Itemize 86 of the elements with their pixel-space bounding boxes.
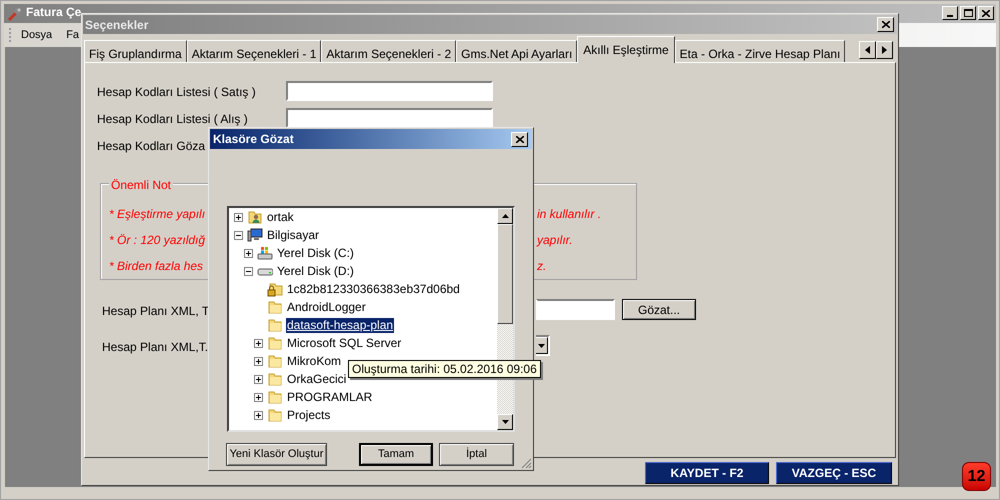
dialog-title: Seçenekler bbox=[85, 16, 148, 34]
expand-icon[interactable] bbox=[254, 410, 263, 420]
tree-item[interactable]: AndroidLogger bbox=[286, 300, 367, 314]
field-label: Hesap Planı XML,T. bbox=[102, 339, 208, 356]
tree-item[interactable]: Microsoft SQL Server bbox=[286, 336, 402, 350]
tree-item[interactable]: Yerel Disk (D:) bbox=[276, 264, 355, 278]
tab[interactable]: Fiş Gruplandırma bbox=[84, 40, 187, 63]
window-title: Fatura Çe bbox=[26, 6, 82, 18]
close-icon bbox=[516, 136, 524, 143]
field-label: Hesap Planı XML, T bbox=[102, 303, 210, 320]
tab[interactable]: Aktarım Seçenekleri - 1 bbox=[186, 40, 322, 63]
dropdown-field[interactable] bbox=[536, 335, 550, 356]
note-text: * Birden fazla hes bbox=[109, 258, 204, 275]
cancel-button[interactable]: İptal bbox=[439, 443, 514, 466]
scroll-thumb[interactable] bbox=[497, 224, 513, 324]
tab[interactable]: Eta - Orka - Zirve Hesap Planı bbox=[674, 40, 846, 63]
locked-folder-icon bbox=[267, 281, 283, 297]
note-text: * Ör : 120 yazıldığ bbox=[109, 232, 206, 249]
dialog-title: Klasöre Gözat bbox=[213, 131, 294, 148]
scroll-left-button[interactable] bbox=[859, 41, 876, 59]
menu-item[interactable]: Dosya bbox=[21, 26, 52, 44]
field-label: Hesap Kodları Listesi ( Satış ) bbox=[97, 84, 256, 101]
close-button[interactable] bbox=[511, 132, 528, 147]
browse-button[interactable]: Gözat... bbox=[622, 299, 696, 320]
tab[interactable]: Aktarım Seçenekleri - 2 bbox=[321, 40, 456, 63]
new-folder-button[interactable]: Yeni Klasör Oluştur bbox=[226, 443, 327, 466]
folder-icon bbox=[267, 353, 283, 369]
computer-icon bbox=[247, 227, 263, 243]
expand-icon[interactable] bbox=[254, 338, 263, 348]
folder-icon bbox=[267, 371, 283, 387]
collapse-icon[interactable] bbox=[234, 230, 243, 240]
note-text: * Eşleştirme yapılı bbox=[109, 206, 206, 223]
expand-icon[interactable] bbox=[254, 374, 263, 384]
input-field[interactable] bbox=[286, 81, 493, 101]
tab[interactable]: Akıllı Eşleştirme bbox=[577, 36, 675, 63]
tree-item[interactable]: Projects bbox=[286, 408, 332, 422]
folder-icon bbox=[267, 335, 283, 351]
scroll-down-button[interactable] bbox=[497, 414, 513, 430]
input-field[interactable] bbox=[536, 299, 615, 320]
user-folder-icon bbox=[247, 209, 263, 225]
folder-icon bbox=[267, 389, 283, 405]
note-text: in kullanılır . bbox=[537, 206, 602, 223]
menu-item[interactable]: Fa bbox=[66, 26, 80, 44]
note-text: yapılır. bbox=[537, 232, 573, 249]
wrench-icon bbox=[7, 6, 23, 22]
tree-item[interactable]: datasoft-hesap-plan bbox=[286, 318, 394, 332]
down-arrow-icon bbox=[502, 420, 508, 424]
scroll-right-button[interactable] bbox=[876, 41, 893, 59]
minimize-button[interactable] bbox=[942, 6, 958, 20]
tree-item[interactable]: ortak bbox=[266, 210, 295, 224]
ok-button[interactable]: Tamam bbox=[359, 443, 433, 466]
close-icon bbox=[982, 10, 990, 16]
input-field[interactable] bbox=[286, 108, 493, 128]
close-icon bbox=[882, 21, 890, 28]
expand-icon[interactable] bbox=[254, 392, 263, 402]
collapse-icon[interactable] bbox=[244, 266, 253, 276]
note-text: z. bbox=[537, 258, 546, 275]
drive-icon bbox=[257, 245, 273, 261]
tree-item[interactable]: Yerel Disk (C:) bbox=[276, 246, 355, 260]
up-arrow-icon bbox=[502, 214, 508, 218]
dropdown-arrow-icon bbox=[538, 344, 545, 348]
maximize-button[interactable] bbox=[960, 6, 976, 20]
field-label: Hesap Kodları Göza bbox=[97, 138, 206, 155]
close-button[interactable] bbox=[877, 17, 894, 32]
right-arrow-icon bbox=[882, 46, 887, 54]
tree-item[interactable]: OrkaGecici bbox=[286, 372, 348, 386]
folder-icon bbox=[267, 299, 283, 315]
field-label: Hesap Kodları Listesi ( Alış ) bbox=[97, 111, 248, 128]
expand-icon[interactable] bbox=[254, 356, 263, 366]
tree-item[interactable]: 1c82b812330366383eb37d06bd bbox=[286, 282, 461, 296]
folder-icon bbox=[267, 407, 283, 423]
resize-grip-icon[interactable] bbox=[521, 458, 532, 469]
close-button[interactable] bbox=[978, 6, 994, 20]
tree-item[interactable]: PROGRAMLAR bbox=[286, 390, 374, 404]
save-button[interactable]: KAYDET - F2 bbox=[645, 462, 769, 484]
tooltip: Oluşturma tarihi: 05.02.2016 09:06 bbox=[348, 360, 541, 378]
left-arrow-icon bbox=[865, 46, 870, 54]
expand-icon[interactable] bbox=[244, 248, 253, 258]
tree-item[interactable]: MikroKom bbox=[286, 354, 342, 368]
folder-icon bbox=[267, 317, 283, 333]
cancel-button[interactable]: VAZGEÇ - ESC bbox=[776, 462, 892, 484]
tree-item[interactable]: Bilgisayar bbox=[266, 228, 320, 242]
scroll-up-button[interactable] bbox=[497, 208, 513, 224]
expand-icon[interactable] bbox=[234, 212, 243, 222]
tab[interactable]: Gms.Net Api Ayarları bbox=[456, 40, 578, 63]
count-badge: 12 bbox=[962, 462, 991, 491]
